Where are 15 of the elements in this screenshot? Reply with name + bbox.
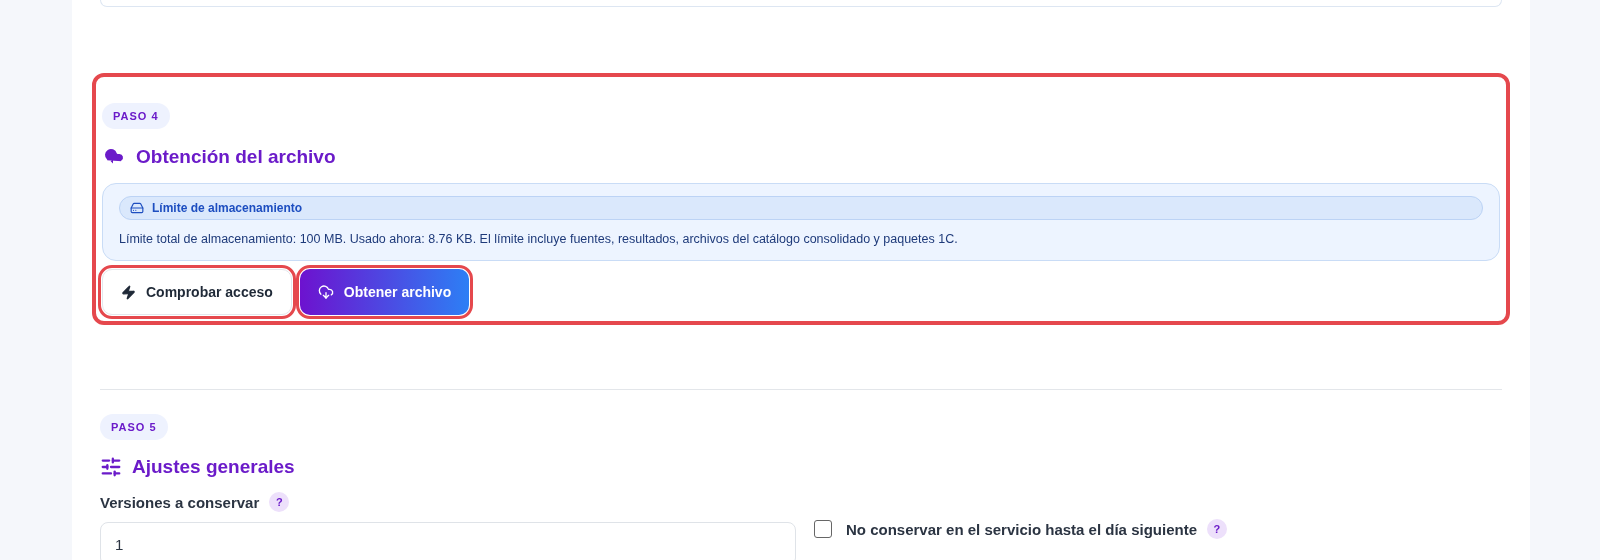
help-badge[interactable]: ? <box>1207 519 1227 539</box>
help-badge[interactable]: ? <box>269 492 290 512</box>
field-label: Versiones a conservar <box>100 493 260 511</box>
checkbox[interactable] <box>814 520 832 538</box>
sliders-icon <box>100 456 122 478</box>
info-label: Límite de almacenamiento <box>119 196 1483 220</box>
lightning-icon <box>121 284 136 300</box>
checkbox-label: No conservar en el servicio hasta el día siguiente <box>846 520 1197 538</box>
section-title: Obtención del archivo <box>136 146 336 168</box>
section-title: Ajustes generales <box>132 456 295 478</box>
step-badge: PASO 4 <box>102 103 170 129</box>
storage-icon <box>130 201 144 215</box>
versions-input[interactable]: 1 <box>100 522 796 560</box>
step-badge: PASO 5 <box>100 414 168 440</box>
info-text: Límite total de almacenamiento: 100 MB. Usado ahora: 8.76 KB. El límite incluye fuentes, resultados, archivos del catálogo consolidado y paquetes 1C. <box>119 232 959 246</box>
